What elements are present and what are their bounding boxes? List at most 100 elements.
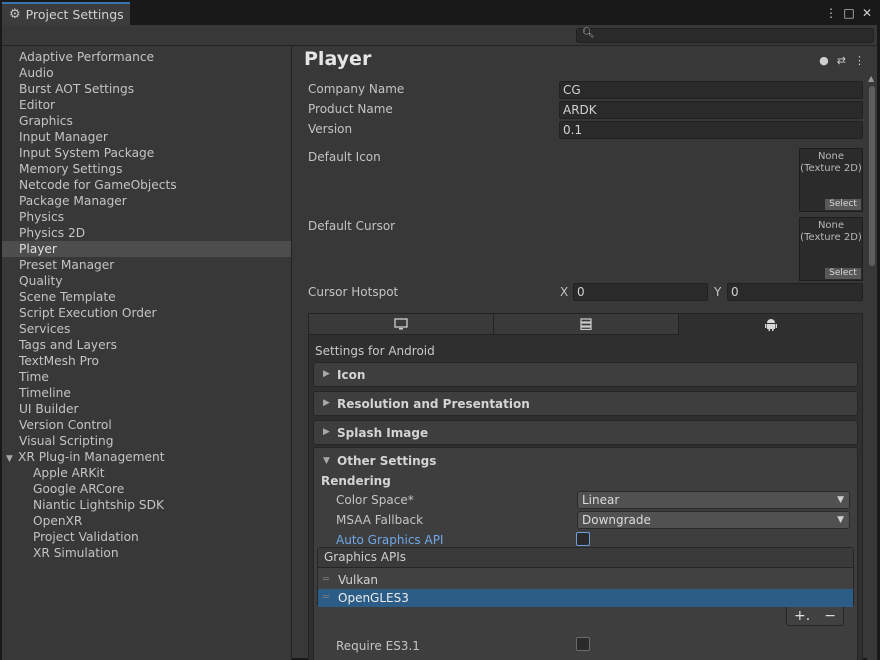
tab-server[interactable] xyxy=(494,314,679,335)
project-settings-window: ⚙ Project Settings ⋮ □ ✕ 🔍︎ Adaptive Per… xyxy=(1,1,878,660)
msaa-fallback-label: MSAA Fallback xyxy=(336,513,424,527)
server-icon xyxy=(580,318,592,330)
sidebar-item-memory-settings[interactable]: Memory Settings xyxy=(2,161,291,177)
foldout-splash-image[interactable]: ▶ Splash Image xyxy=(313,420,858,445)
expanded-triangle-icon[interactable]: ▼ xyxy=(323,456,330,466)
foldout-resolution[interactable]: ▶ Resolution and Presentation xyxy=(313,391,858,416)
more-icon[interactable]: ⋮ xyxy=(854,54,865,67)
sidebar-item-audio[interactable]: Audio xyxy=(2,65,291,81)
hotspot-x-label: X xyxy=(560,285,569,299)
other-settings-section: ▼ Other Settings Rendering Color Space* … xyxy=(313,447,858,660)
sidebar-item-editor[interactable]: Editor xyxy=(2,97,291,113)
sidebar-group-label: XR Plug-in Management xyxy=(18,450,165,464)
sidebar-item-google-arcore[interactable]: Google ARCore xyxy=(2,481,291,497)
sidebar-item-scene-template[interactable]: Scene Template xyxy=(2,289,291,305)
rendering-heading: Rendering xyxy=(321,474,391,488)
sidebar-item-timeline[interactable]: Timeline xyxy=(2,385,291,401)
search-row: 🔍︎ xyxy=(2,25,877,46)
sidebar-item-apple-arkit[interactable]: Apple ARKit xyxy=(2,465,291,481)
sidebar-item-physics-2d[interactable]: Physics 2D xyxy=(2,225,291,241)
product-name-field[interactable]: ARDK xyxy=(559,101,863,119)
list-item-opengles3[interactable]: ═ OpenGLES3 xyxy=(318,589,853,607)
sidebar-item-textmesh-pro[interactable]: TextMesh Pro xyxy=(2,353,291,369)
search-input[interactable]: 🔍︎ xyxy=(576,28,874,43)
sidebar-item-package-manager[interactable]: Package Manager xyxy=(2,193,291,209)
sidebar-item-xr-simulation[interactable]: XR Simulation xyxy=(2,545,291,561)
scroll-up-icon[interactable]: ▲ xyxy=(868,74,874,83)
drag-handle-icon[interactable]: ═ xyxy=(323,571,329,589)
foldout-label: Splash Image xyxy=(337,426,429,440)
cursor-hotspot-label: Cursor Hotspot xyxy=(308,285,399,299)
scrollbar-thumb[interactable] xyxy=(869,86,875,266)
sidebar-item-services[interactable]: Services xyxy=(2,321,291,337)
tab-desktop[interactable] xyxy=(309,314,494,335)
color-space-label: Color Space* xyxy=(336,493,414,507)
auto-graphics-api-checkbox[interactable] xyxy=(576,532,590,546)
default-icon-select-button[interactable]: Select xyxy=(825,199,861,210)
require-es31-checkbox[interactable] xyxy=(576,637,590,651)
sidebar-item-ui-builder[interactable]: UI Builder xyxy=(2,401,291,417)
sidebar-group-xr-plugin[interactable]: ▼ XR Plug-in Management xyxy=(2,449,291,465)
graphics-apis-list: Graphics APIs ═ Vulkan ═ OpenGLES3 xyxy=(317,547,854,607)
color-space-value: Linear xyxy=(582,493,620,507)
color-space-dropdown[interactable]: Linear ▼ xyxy=(577,491,850,509)
sidebar-item-script-execution-order[interactable]: Script Execution Order xyxy=(2,305,291,321)
sidebar-item-player[interactable]: Player xyxy=(2,241,291,257)
sidebar-item-visual-scripting[interactable]: Visual Scripting xyxy=(2,433,291,449)
texture-none-text: None xyxy=(817,220,845,231)
presets-icon[interactable]: ⇄ xyxy=(837,54,846,67)
sidebar-item-preset-manager[interactable]: Preset Manager xyxy=(2,257,291,273)
more-menu-icon[interactable]: ⋮ xyxy=(825,5,837,21)
msaa-fallback-dropdown[interactable]: Downgrade ▼ xyxy=(577,511,850,529)
add-api-button[interactable]: +. xyxy=(794,608,810,624)
android-icon xyxy=(764,319,777,331)
graphics-apis-header: Graphics APIs xyxy=(318,548,853,568)
sidebar-item-tags-and-layers[interactable]: Tags and Layers xyxy=(2,337,291,353)
sidebar-item-time[interactable]: Time xyxy=(2,369,291,385)
sidebar-item-version-control[interactable]: Version Control xyxy=(2,417,291,433)
sidebar-item-adaptive-performance[interactable]: Adaptive Performance xyxy=(2,49,291,65)
tab-project-settings[interactable]: ⚙ Project Settings xyxy=(2,2,130,25)
foldout-label: Icon xyxy=(337,368,366,382)
default-cursor-label: Default Cursor xyxy=(308,219,396,233)
title-bar: ⚙ Project Settings ⋮ □ ✕ xyxy=(2,2,877,25)
sidebar-item-input-system[interactable]: Input System Package xyxy=(2,145,291,161)
other-settings-title[interactable]: Other Settings xyxy=(337,454,436,468)
remove-api-button[interactable]: − xyxy=(824,608,836,624)
gear-icon: ⚙ xyxy=(9,7,21,22)
hotspot-y-field[interactable]: 0 xyxy=(727,283,863,301)
auto-graphics-api-label: Auto Graphics API xyxy=(336,533,444,547)
default-icon-label: Default Icon xyxy=(308,150,381,164)
help-icon[interactable]: ● xyxy=(819,54,829,67)
collapsed-triangle-icon: ▶ xyxy=(323,427,330,437)
sidebar-item-input-manager[interactable]: Input Manager xyxy=(2,129,291,145)
collapsed-triangle-icon: ▶ xyxy=(323,398,330,408)
company-name-label: Company Name xyxy=(308,82,405,96)
sidebar-item-niantic-lightship[interactable]: Niantic Lightship SDK xyxy=(2,497,291,513)
close-icon[interactable]: ✕ xyxy=(861,5,873,21)
foldout-label: Resolution and Presentation xyxy=(337,397,530,411)
foldout-icon[interactable]: ▶ Icon xyxy=(313,362,858,387)
default-cursor-select-button[interactable]: Select xyxy=(825,268,861,279)
collapsed-triangle-icon: ▶ xyxy=(323,369,330,379)
list-item-vulkan[interactable]: ═ Vulkan xyxy=(318,571,853,589)
company-name-field[interactable]: CG xyxy=(559,81,863,99)
default-cursor-slot[interactable]: None (Texture 2D) Select xyxy=(799,217,863,281)
sidebar-item-quality[interactable]: Quality xyxy=(2,273,291,289)
version-field[interactable]: 0.1 xyxy=(559,121,863,139)
sidebar-item-openxr[interactable]: OpenXR xyxy=(2,513,291,529)
hotspot-y-label: Y xyxy=(714,285,722,299)
sidebar-item-burst-aot[interactable]: Burst AOT Settings xyxy=(2,81,291,97)
maximize-icon[interactable]: □ xyxy=(843,5,855,21)
sidebar-item-physics[interactable]: Physics xyxy=(2,209,291,225)
desktop-icon xyxy=(394,318,408,330)
drag-handle-icon[interactable]: ═ xyxy=(323,589,329,607)
sidebar-item-netcode[interactable]: Netcode for GameObjects xyxy=(2,177,291,193)
sidebar-item-project-validation[interactable]: Project Validation xyxy=(2,529,291,545)
hotspot-x-field[interactable]: 0 xyxy=(573,283,708,301)
tab-android[interactable] xyxy=(679,314,862,335)
expand-triangle-icon[interactable]: ▼ xyxy=(6,451,18,467)
sidebar-item-graphics[interactable]: Graphics xyxy=(2,113,291,129)
vertical-scrollbar[interactable]: ▲ xyxy=(867,46,877,660)
default-icon-slot[interactable]: None (Texture 2D) Select xyxy=(799,148,863,212)
